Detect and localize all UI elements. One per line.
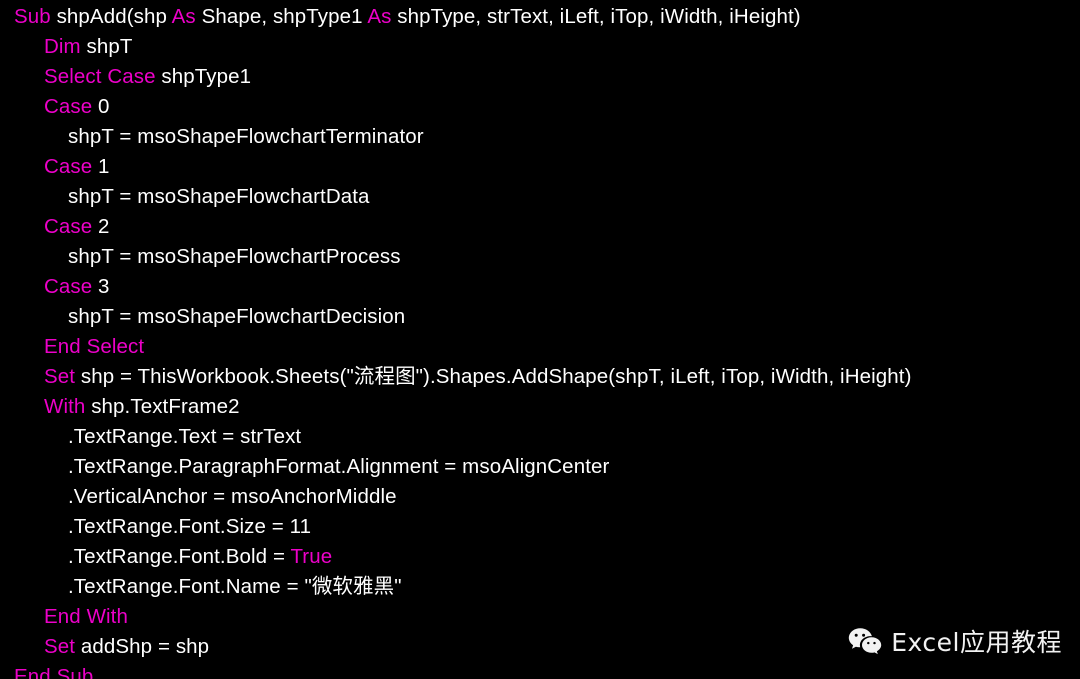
- code-text: Shape, shpType1: [195, 5, 368, 28]
- code-keyword: Select Case: [44, 65, 156, 88]
- code-line: .TextRange.Font.Bold = True: [0, 542, 1080, 572]
- code-text: shp.TextFrame2: [85, 395, 240, 418]
- code-text: shpT = msoShapeFlowchartDecision: [68, 305, 406, 328]
- code-keyword: As: [367, 5, 392, 28]
- code-keyword: Set: [44, 365, 76, 388]
- code-keyword: As: [171, 5, 196, 28]
- code-text: shpAdd(shp: [50, 5, 172, 28]
- code-keyword: Case: [44, 155, 93, 178]
- code-text: .TextRange.Font.Size = 11: [68, 515, 312, 538]
- code-text: .TextRange.Font.Bold =: [68, 545, 291, 568]
- code-text: shpT: [80, 35, 133, 58]
- code-text: .TextRange.Text = strText: [68, 425, 302, 448]
- code-keyword: Set: [44, 635, 76, 658]
- code-keyword: Case: [44, 215, 93, 238]
- code-text: 0: [92, 95, 110, 118]
- code-line: .TextRange.Font.Name = "微软雅黑": [0, 572, 1080, 602]
- watermark: Excel应用教程: [848, 627, 1062, 657]
- code-keyword: End Sub: [14, 665, 94, 679]
- code-line: Case 1: [0, 152, 1080, 182]
- code-line: .VerticalAnchor = msoAnchorMiddle: [0, 482, 1080, 512]
- code-text: 1: [92, 155, 110, 178]
- code-text: .VerticalAnchor = msoAnchorMiddle: [68, 485, 397, 508]
- code-keyword: End Select: [44, 335, 145, 358]
- code-line: Case 3: [0, 272, 1080, 302]
- code-keyword: Case: [44, 95, 93, 118]
- code-text: shp = ThisWorkbook.Sheets("流程图").Shapes.…: [75, 365, 912, 388]
- code-keyword: End With: [44, 605, 128, 628]
- code-text: 3: [92, 275, 110, 298]
- code-text: shpT = msoShapeFlowchartProcess: [68, 245, 401, 268]
- code-line: .TextRange.Text = strText: [0, 422, 1080, 452]
- code-line: .TextRange.ParagraphFormat.Alignment = m…: [0, 452, 1080, 482]
- code-text: shpType, strText, iLeft, iTop, iWidth, i…: [391, 5, 801, 28]
- code-line: Dim shpT: [0, 32, 1080, 62]
- wechat-icon: [848, 627, 882, 657]
- code-text: addShp = shp: [75, 635, 210, 658]
- code-line: .TextRange.Font.Size = 11: [0, 512, 1080, 542]
- code-text: 2: [92, 215, 110, 238]
- code-line: shpT = msoShapeFlowchartDecision: [0, 302, 1080, 332]
- code-text: shpType1: [155, 65, 252, 88]
- code-line: With shp.TextFrame2: [0, 392, 1080, 422]
- code-keyword: True: [290, 545, 333, 568]
- code-editor[interactable]: Sub shpAdd(shp As Shape, shpType1 As shp…: [0, 0, 1080, 679]
- code-line: shpT = msoShapeFlowchartProcess: [0, 242, 1080, 272]
- code-line: Set shp = ThisWorkbook.Sheets("流程图").Sha…: [0, 362, 1080, 392]
- code-keyword: Dim: [44, 35, 81, 58]
- code-line: End Sub: [0, 662, 1080, 679]
- code-line: Case 2: [0, 212, 1080, 242]
- code-line: End Select: [0, 332, 1080, 362]
- code-line: shpT = msoShapeFlowchartTerminator: [0, 122, 1080, 152]
- code-keyword: Case: [44, 275, 93, 298]
- code-keyword: Sub: [14, 5, 51, 28]
- code-text: shpT = msoShapeFlowchartTerminator: [68, 125, 424, 148]
- code-text: .TextRange.Font.Name = "微软雅黑": [68, 575, 402, 598]
- code-text: .TextRange.ParagraphFormat.Alignment = m…: [68, 455, 610, 478]
- code-line: Case 0: [0, 92, 1080, 122]
- code-text: shpT = msoShapeFlowchartData: [68, 185, 370, 208]
- code-line: shpT = msoShapeFlowchartData: [0, 182, 1080, 212]
- code-keyword: With: [44, 395, 86, 418]
- watermark-label: Excel应用教程: [891, 627, 1062, 657]
- code-line: Sub shpAdd(shp As Shape, shpType1 As shp…: [0, 2, 1080, 32]
- code-line: Select Case shpType1: [0, 62, 1080, 92]
